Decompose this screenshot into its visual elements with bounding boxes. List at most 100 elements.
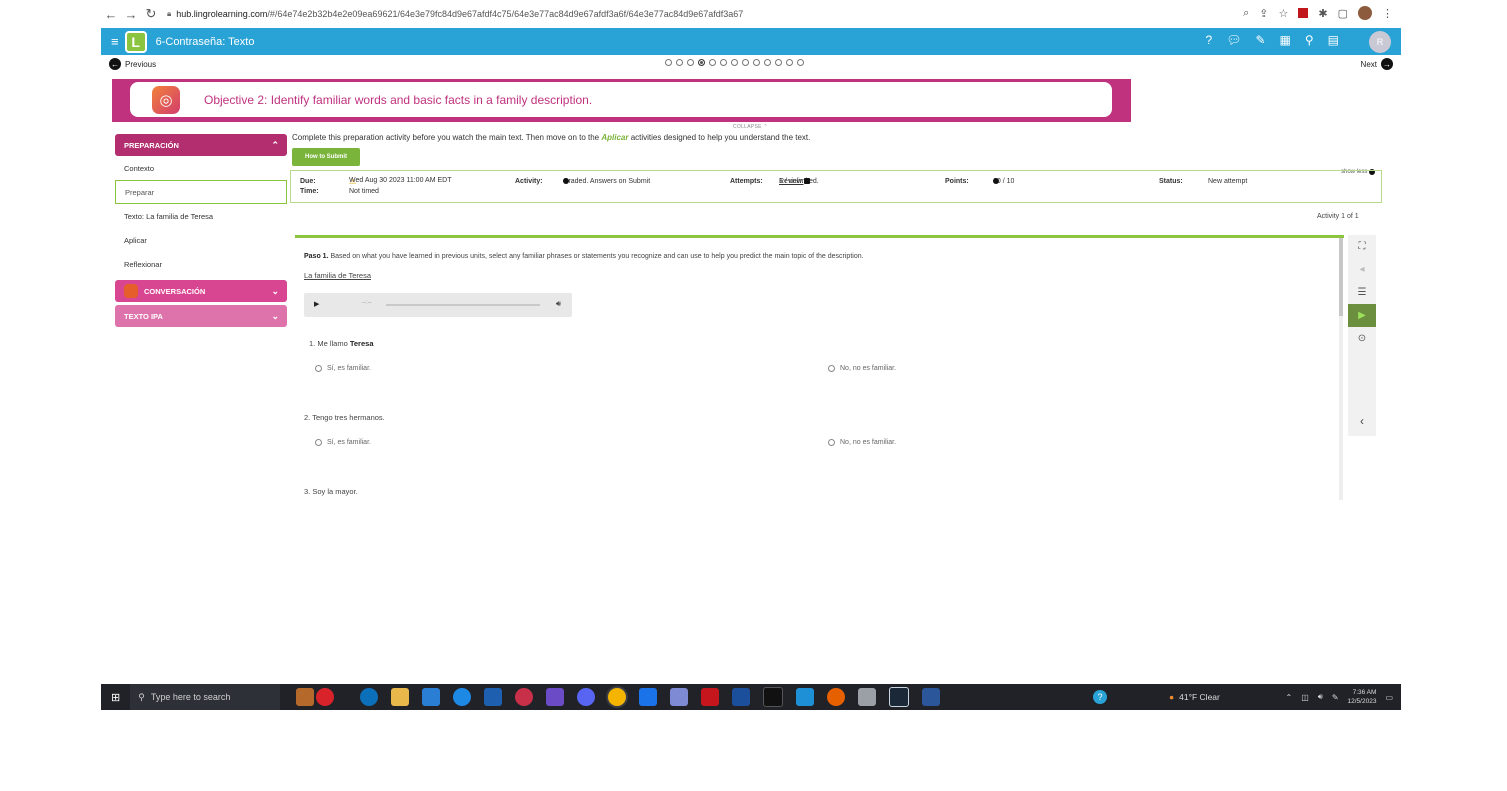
page-dot[interactable] [742,59,749,66]
app-icon[interactable] [732,688,751,706]
twitch-icon[interactable] [546,688,565,706]
page-dot[interactable] [731,59,738,66]
page-dot[interactable] [687,59,694,66]
how-to-submit-button[interactable]: How to Submit [292,148,360,166]
sidepanel-icon[interactable]: ▢ [1338,7,1348,20]
review-edit-icon[interactable] [803,178,810,184]
calendar-app-icon[interactable] [484,688,503,706]
chevron-left-icon[interactable]: ‹ [1348,409,1376,432]
option-yes[interactable]: Sí, es familiar. [315,439,371,446]
zoom-icon[interactable]: ⌕ [1243,7,1249,20]
taskbar-search[interactable]: ⚲ Type here to search [130,684,281,710]
clock[interactable]: 7:36 AM 12/5/2023 [1348,688,1377,706]
play-icon[interactable]: ▶ [314,300,319,308]
triangle-left-icon[interactable]: ◂ [1348,258,1376,281]
app-icon[interactable] [515,688,534,706]
gingerbread-icon[interactable] [296,688,315,706]
page-dot[interactable] [797,59,804,66]
page-dot[interactable] [676,59,683,66]
acrobat-icon[interactable] [701,688,720,706]
word-icon[interactable] [922,688,941,706]
help-icon[interactable]: ? [1206,33,1213,47]
volume-icon[interactable]: 🔊︎ [1318,692,1323,702]
volume-icon[interactable]: 🔊︎ [556,299,561,309]
back-arrow-icon[interactable]: ← [101,7,121,22]
firefox-icon[interactable] [827,688,846,706]
info-icon[interactable] [993,178,999,184]
page-dot[interactable] [698,59,705,66]
info-icon[interactable] [563,178,569,184]
page-dot[interactable] [764,59,771,66]
option-no[interactable]: No, no es familiar. [828,365,896,372]
steam-icon[interactable] [889,687,910,707]
pdf-extension-icon[interactable] [1298,8,1309,18]
radio-button[interactable] [828,439,835,446]
share-icon[interactable]: ⇪ [1259,7,1268,20]
calendar-icon[interactable]: ▦ [1280,33,1291,47]
book-icon[interactable]: ▤ [1328,33,1339,47]
app-icon[interactable] [858,688,877,706]
reload-icon[interactable]: ↻ [141,6,161,22]
store-icon[interactable] [422,688,441,706]
pen-icon[interactable]: ✎ [1332,693,1339,702]
section-texto-ipa[interactable]: TEXTO IPA ⌄ [115,305,287,327]
sidebar-item-preparar[interactable]: Preparar [115,180,287,204]
radio-button[interactable] [315,365,322,372]
forward-arrow-icon[interactable]: → [121,7,141,22]
scrollbar-thumb[interactable] [1339,238,1343,316]
help-icon[interactable]: ? [1093,690,1107,704]
option-yes[interactable]: Sí, es familiar. [315,365,371,372]
app-icon[interactable] [796,688,815,706]
edit-icon[interactable]: ✎ [1255,33,1265,47]
sidebar-item-reflexionar[interactable]: Reflexionar [115,252,287,276]
file-explorer-icon[interactable] [391,688,410,706]
sidebar-item-aplicar[interactable]: Aplicar [115,228,287,252]
address-bar[interactable]: 🔒︎ hub.lingrolearning.com/#/64e74e2b32b4… [167,9,1207,19]
chat-icon[interactable]: 💬︎ [1226,33,1241,47]
app-icon[interactable] [763,687,784,707]
section-conversacion[interactable]: CONVERSACIÓN ⌄ [115,280,287,302]
aplicar-link[interactable]: Aplicar [601,133,628,142]
previous-button[interactable]: ← Previous [109,58,156,70]
weather-widget[interactable]: ● 41°F Clear [1169,684,1220,710]
sidebar-item-texto[interactable]: Texto: La familia de Teresa [115,204,287,228]
fullscreen-icon[interactable]: ⛶ [1348,235,1376,258]
page-dot[interactable] [720,59,727,66]
list-icon[interactable]: ☰ [1348,281,1376,304]
audio-progress-track[interactable] [386,304,540,306]
radio-button[interactable] [315,439,322,446]
next-button[interactable]: Next → [1361,58,1393,70]
profile-avatar[interactable] [1358,6,1372,20]
edge-icon[interactable] [360,688,379,706]
chevron-up-icon[interactable]: ⌃ [1286,693,1293,702]
section-preparacion[interactable]: PREPARACIÓN ⌃ [115,134,287,156]
notification-icon[interactable]: ▭ [1385,693,1393,702]
news-icon[interactable] [316,688,335,706]
drive-icon[interactable] [639,688,658,706]
star-icon[interactable]: ☆ [1279,7,1289,20]
windows-start-icon[interactable]: ⊞ [111,691,120,704]
radio-button[interactable] [828,365,835,372]
chrome-icon[interactable] [608,688,627,706]
page-dot[interactable] [775,59,782,66]
sidebar-item-contexto[interactable]: Contexto [115,156,287,180]
collapse-button[interactable]: COLLAPSE ⌃ [733,124,768,130]
page-dot[interactable] [786,59,793,66]
text-title-link[interactable]: La familia de Teresa [304,271,371,280]
page-dot[interactable] [753,59,760,66]
page-dot[interactable] [665,59,672,66]
play-activity-icon[interactable]: ▶ [1348,304,1376,327]
discord-icon[interactable] [577,688,596,706]
hamburger-icon[interactable]: ≡ [111,34,119,49]
puzzle-icon[interactable]: ✱ [1318,7,1327,20]
activity-scrollbar[interactable] [1339,238,1343,500]
option-no[interactable]: No, no es familiar. [828,439,896,446]
ie-icon[interactable] [453,688,472,706]
accessibility-icon[interactable]: ⊙ [1348,327,1376,350]
page-dot[interactable] [709,59,716,66]
menu-dots-icon[interactable]: ⋮ [1382,7,1393,20]
user-avatar[interactable]: R [1369,31,1391,53]
app-icon[interactable] [670,688,689,706]
network-icon[interactable]: ◫ [1301,693,1309,702]
search-icon[interactable]: ⚲ [1305,33,1314,47]
